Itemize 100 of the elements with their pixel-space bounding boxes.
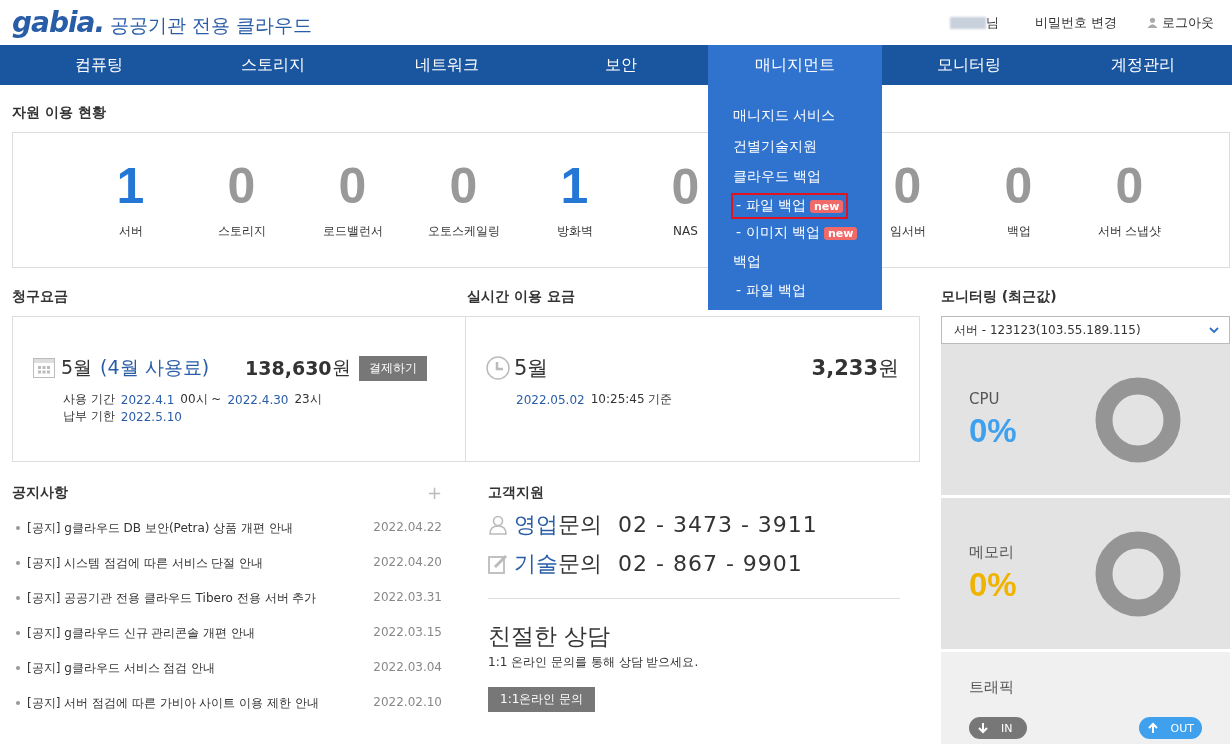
billing-month: 5월 [61, 355, 93, 380]
resource-count[interactable]: 0 [1115, 160, 1144, 211]
contact-label: 기술문의 [514, 549, 602, 578]
section-title: 모니터링 (최근값) [941, 288, 1057, 306]
consult-text: 1:1 온라인 문의를 통해 상담 받으세요. [488, 654, 700, 671]
menu-item[interactable]: 백업 [728, 248, 766, 275]
notice-date: 2022.03.15 [373, 625, 442, 639]
detail-text: 23시 [294, 391, 322, 408]
section-title: 자원 이용 현황 [12, 104, 106, 122]
usage-month: (4월 사용료) [100, 355, 210, 380]
resource-count[interactable]: 0 [449, 160, 478, 211]
calendar-icon [33, 358, 55, 378]
time-text: 10:25:45 기준 [590, 391, 673, 408]
menu-item[interactable]: - 이미지 백업 new [731, 220, 863, 246]
detail-value: 2022.5.10 [120, 409, 182, 424]
resource-count[interactable]: 0 [338, 160, 367, 211]
nav-tab[interactable]: 네트워크 [360, 45, 534, 85]
menu-item[interactable]: 건별기술지원 [728, 133, 822, 160]
new-badge: new [823, 226, 858, 240]
resource-count[interactable]: 1 [116, 160, 145, 211]
notice-date: 2022.03.31 [373, 590, 442, 604]
bullet-icon [16, 666, 20, 670]
metric-value: 0% [969, 566, 1018, 604]
logout-link[interactable]: 로그아웃 [1162, 13, 1214, 32]
currency-unit: 원 [878, 355, 899, 382]
header-link[interactable]: 비밀번호 변경 [1034, 13, 1117, 32]
blurred-username [949, 16, 986, 29]
nav-tab[interactable]: 보안 [534, 45, 708, 85]
currency-unit: 원 [331, 355, 351, 380]
resource-count[interactable]: 0 [1004, 160, 1033, 211]
out-toggle[interactable]: OUT [1138, 717, 1202, 739]
resource-count[interactable]: 0 [893, 160, 922, 211]
resource-label: 로드밸런서 [322, 222, 383, 240]
resource-count[interactable]: 1 [560, 160, 589, 211]
user-icon [1147, 17, 1158, 28]
notice-link[interactable]: [공지] g클라우드 서비스 점검 안내 [27, 660, 374, 677]
resource-label: NAS [673, 224, 698, 238]
menu-item[interactable]: 클라우드 백업 [728, 164, 827, 191]
notice-date: 2022.03.04 [373, 660, 442, 674]
bullet-icon [16, 526, 20, 530]
new-badge: new [809, 199, 844, 213]
section-title: 실시간 이용 요금 [467, 288, 575, 306]
menu-item[interactable]: - 파일 백업 new [731, 193, 849, 219]
resource-count[interactable]: 0 [671, 162, 700, 212]
resource-count[interactable]: 0 [227, 160, 256, 211]
pay-button[interactable]: 결제하기 [358, 355, 427, 381]
nav-tab[interactable]: 스토리지 [186, 45, 360, 85]
in-toggle[interactable]: IN [969, 717, 1027, 739]
notice-link[interactable]: [공지] g클라우드 DB 보안(Petra) 상품 개편 안내 [27, 520, 374, 537]
notice-link[interactable]: [공지] g클라우드 신규 관리콘솔 개편 안내 [27, 625, 374, 642]
menu-item[interactable]: 매니지드 서비스 [728, 103, 841, 130]
resource-label: 서버 [118, 222, 143, 240]
service-title: 공공기관 전용 클라우드 [110, 13, 313, 38]
contact-label: 영업문의 [514, 510, 602, 539]
bullet-icon [16, 596, 20, 600]
realtime-month: 5월 [514, 355, 549, 382]
bullet-icon [16, 701, 20, 705]
detail-text: 00시 ~ [180, 391, 222, 408]
resource-label: 임서버 [889, 222, 926, 240]
notice-link[interactable]: [공지] 서버 점검에 따른 가비아 사이트 이용 제한 안내 [27, 695, 374, 712]
logo[interactable]: gabia. [12, 6, 105, 39]
resource-label: 오토스케일링 [427, 222, 500, 240]
resource-label: 스토리지 [217, 222, 266, 240]
metric-label: 트래픽 [969, 678, 1015, 697]
notice-date: 2022.02.10 [373, 695, 442, 709]
section-title: 청구요금 [12, 288, 69, 306]
date-text: 2022.05.02 [516, 392, 585, 407]
section-title: 공지사항 [12, 484, 68, 502]
detail-value: 2022.4.1 [120, 392, 175, 407]
detail-label: 납부 기한 [63, 408, 115, 425]
bullet-icon [16, 631, 20, 635]
resource-label: 방화벽 [556, 222, 593, 240]
edit-icon [488, 553, 508, 574]
notice-date: 2022.04.20 [373, 555, 442, 569]
metric-label: CPU [969, 389, 1001, 408]
server-select[interactable]: 서버 - 123123(103.55.189.115) [941, 316, 1230, 344]
notice-link[interactable]: [공지] 공공기관 전용 클라우드 Tibero 전용 서버 추가 [27, 590, 374, 607]
notice-date: 2022.04.22 [373, 520, 442, 534]
arrow-up-icon [1146, 722, 1159, 734]
realtime-amount: 3,233 [811, 356, 878, 380]
online-inquiry-button[interactable]: 1:1온라인 문의 [488, 687, 596, 712]
section-title: 고객지원 [488, 484, 544, 502]
resource-label: 서버 스냅샷 [1097, 222, 1162, 240]
notice-link[interactable]: [공지] 시스템 점검에 따른 서비스 단절 안내 [27, 555, 374, 572]
arrow-down-icon [977, 722, 989, 734]
consult-title: 친절한 상담 [488, 622, 612, 651]
detail-value: 2022.4.30 [227, 392, 289, 407]
phone-number: 02 - 3473 - 3911 [618, 512, 818, 537]
bullet-icon [16, 561, 20, 565]
resource-label: 백업 [1006, 222, 1031, 240]
nav-tab[interactable]: 컴퓨팅 [12, 45, 186, 85]
person-icon [488, 514, 508, 535]
metric-label: 메모리 [969, 543, 1015, 562]
metric-value: 0% [969, 411, 1018, 450]
nav-tab[interactable]: 모니터링 [882, 45, 1056, 85]
chevron-down-icon [1209, 327, 1219, 333]
nav-tab[interactable]: 계정관리 [1056, 45, 1230, 85]
clock-icon [486, 356, 510, 380]
menu-item[interactable]: - 파일 백업 [731, 277, 811, 304]
phone-number: 02 - 867 - 9901 [618, 551, 803, 576]
